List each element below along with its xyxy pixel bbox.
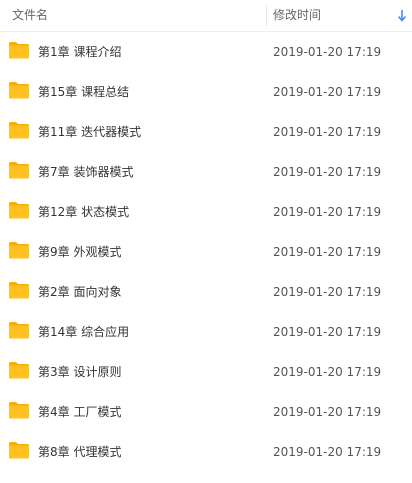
file-row[interactable]: 第15章 课程总结 2019-01-20 17:19 xyxy=(0,72,412,112)
folder-icon[interactable] xyxy=(8,121,30,139)
file-name[interactable]: 第4章 工厂模式 xyxy=(38,392,121,432)
column-header-modified-time[interactable]: 修改时间 xyxy=(273,0,321,31)
file-row[interactable]: 第12章 状态模式 2019-01-20 17:19 xyxy=(0,192,412,232)
file-name[interactable]: 第1章 课程介绍 xyxy=(38,32,121,72)
file-name[interactable]: 第15章 课程总结 xyxy=(38,72,129,112)
file-row[interactable]: 第2章 面向对象 2019-01-20 17:19 xyxy=(0,272,412,312)
file-browser: 文件名 修改时间 第1章 课程介绍 2019-01-20 17:19 第15章 课程… xyxy=(0,0,412,483)
file-modified-time: 2019-01-20 17:19 xyxy=(273,245,382,259)
file-modified-time: 2019-01-20 17:19 xyxy=(273,285,382,299)
file-name[interactable]: 第11章 迭代器模式 xyxy=(38,112,141,152)
list-header: 文件名 修改时间 xyxy=(0,0,412,32)
file-modified-time: 2019-01-20 17:19 xyxy=(273,45,382,59)
file-row[interactable]: 第1章 课程介绍 2019-01-20 17:19 xyxy=(0,32,412,72)
file-modified-time: 2019-01-20 17:19 xyxy=(273,125,382,139)
file-name[interactable]: 第12章 状态模式 xyxy=(38,192,129,232)
column-divider[interactable] xyxy=(266,6,267,26)
folder-icon[interactable] xyxy=(8,201,30,219)
file-row[interactable]: 第4章 工厂模式 2019-01-20 17:19 xyxy=(0,392,412,432)
file-modified-time: 2019-01-20 17:19 xyxy=(273,325,382,339)
folder-icon[interactable] xyxy=(8,321,30,339)
file-modified-time: 2019-01-20 17:19 xyxy=(273,445,382,459)
file-name[interactable]: 第2章 面向对象 xyxy=(38,272,121,312)
folder-icon[interactable] xyxy=(8,161,30,179)
file-row[interactable]: 第14章 综合应用 2019-01-20 17:19 xyxy=(0,312,412,352)
file-name[interactable]: 第3章 设计原则 xyxy=(38,352,121,392)
list-item-partial xyxy=(0,472,412,483)
file-row[interactable]: 第9章 外观模式 2019-01-20 17:19 xyxy=(0,232,412,272)
file-modified-time: 2019-01-20 17:19 xyxy=(273,405,382,419)
file-modified-time: 2019-01-20 17:19 xyxy=(273,205,382,219)
file-row[interactable]: 第3章 设计原则 2019-01-20 17:19 xyxy=(0,352,412,392)
file-modified-time: 2019-01-20 17:19 xyxy=(273,85,382,99)
folder-icon[interactable] xyxy=(8,401,30,419)
file-name[interactable]: 第8章 代理模式 xyxy=(38,432,121,472)
file-modified-time: 2019-01-20 17:19 xyxy=(273,365,382,379)
folder-icon[interactable] xyxy=(8,361,30,379)
folder-icon[interactable] xyxy=(8,41,30,59)
arrow-down-icon[interactable] xyxy=(397,9,407,23)
column-header-name[interactable]: 文件名 xyxy=(12,0,48,31)
file-modified-time: 2019-01-20 17:19 xyxy=(273,165,382,179)
file-name[interactable]: 第9章 外观模式 xyxy=(38,232,121,272)
folder-icon[interactable] xyxy=(8,241,30,259)
file-row[interactable]: 第7章 装饰器模式 2019-01-20 17:19 xyxy=(0,152,412,192)
folder-icon[interactable] xyxy=(8,81,30,99)
file-list: 第1章 课程介绍 2019-01-20 17:19 第15章 课程总结 2019-01… xyxy=(0,32,412,483)
folder-icon[interactable] xyxy=(8,441,30,459)
folder-icon[interactable] xyxy=(8,281,30,299)
file-name[interactable]: 第14章 综合应用 xyxy=(38,312,129,352)
file-row[interactable]: 第8章 代理模式 2019-01-20 17:19 xyxy=(0,432,412,472)
file-row[interactable]: 第11章 迭代器模式 2019-01-20 17:19 xyxy=(0,112,412,152)
file-name[interactable]: 第7章 装饰器模式 xyxy=(38,152,133,192)
